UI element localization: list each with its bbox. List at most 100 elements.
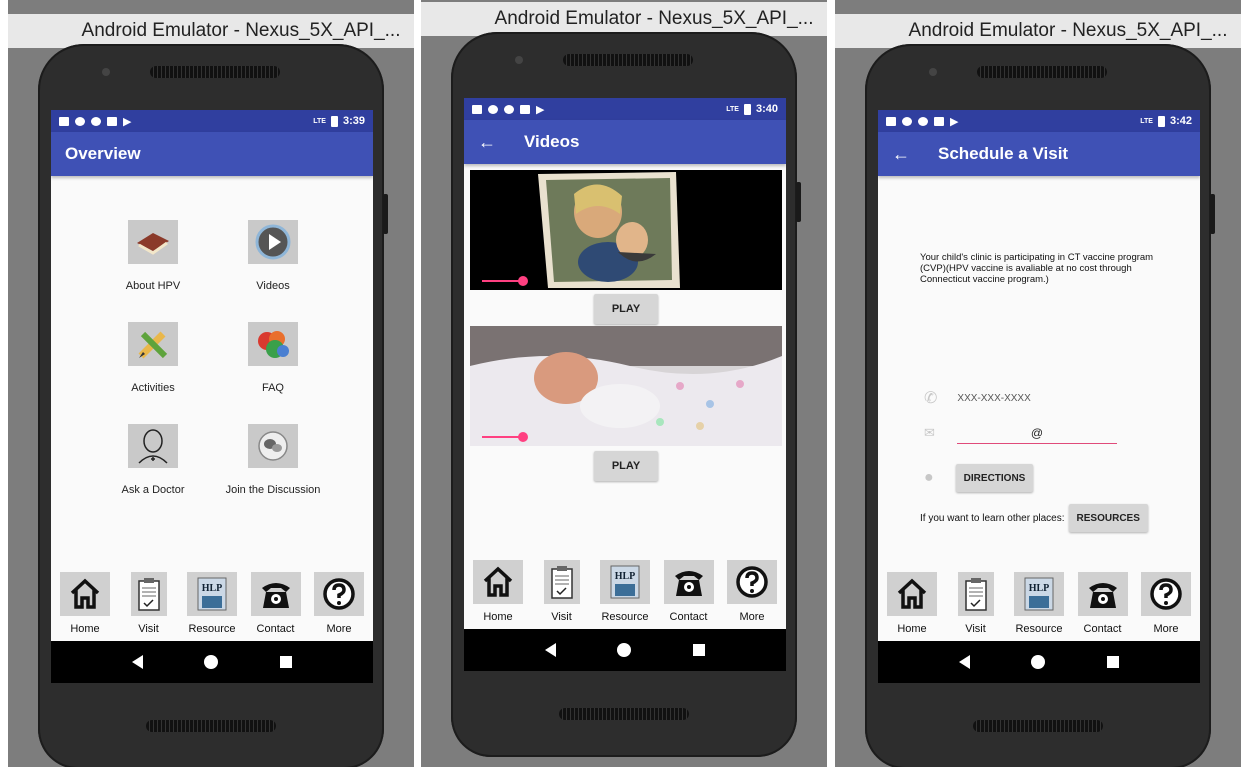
pencil-icon[interactable] bbox=[128, 322, 178, 366]
back-arrow-icon[interactable]: ← bbox=[892, 144, 910, 165]
book-icon[interactable] bbox=[128, 220, 178, 264]
sd-card-icon bbox=[934, 116, 944, 126]
menu-more[interactable]: More bbox=[313, 572, 365, 635]
help-book-icon[interactable]: HLP bbox=[600, 560, 650, 604]
nav-back-icon[interactable] bbox=[131, 655, 143, 669]
nav-home-icon[interactable] bbox=[204, 655, 219, 669]
play-icon[interactable] bbox=[248, 220, 298, 264]
back-arrow-icon[interactable]: ← bbox=[478, 132, 496, 153]
play-button-2[interactable]: PLAY bbox=[594, 451, 658, 481]
menu-label: Resource bbox=[188, 623, 236, 635]
menu-more[interactable]: More bbox=[1140, 572, 1192, 635]
menu-home[interactable]: Home bbox=[886, 572, 938, 635]
menu-visit[interactable]: Visit bbox=[123, 572, 175, 635]
nav-recent-icon[interactable] bbox=[693, 644, 706, 656]
play-button-1[interactable]: PLAY bbox=[594, 294, 658, 324]
telephone-icon[interactable] bbox=[1077, 572, 1128, 616]
grid-label: Ask a Doctor bbox=[121, 484, 185, 496]
video-seek-thumb[interactable] bbox=[518, 432, 528, 442]
menu-resource[interactable]: HLP Resource bbox=[599, 560, 651, 623]
system-status: LTE 3:39 bbox=[313, 115, 365, 127]
wifi-icon bbox=[75, 116, 85, 126]
grid-item-activities[interactable]: Activities bbox=[93, 322, 213, 416]
faq-icon[interactable] bbox=[248, 322, 298, 366]
phone-icon: ✆ bbox=[924, 390, 938, 407]
grid-label: About HPV bbox=[125, 280, 181, 292]
menu-visit[interactable]: Visit bbox=[536, 560, 588, 623]
speaker-bottom bbox=[559, 708, 689, 720]
video-thumbnail-baby bbox=[470, 326, 782, 446]
menu-contact[interactable]: Contact bbox=[250, 572, 302, 635]
nav-back-icon[interactable] bbox=[958, 655, 970, 669]
menu-label: More bbox=[326, 623, 352, 635]
menu-contact[interactable]: Contact bbox=[1077, 572, 1129, 635]
volume-button[interactable] bbox=[796, 182, 801, 222]
battery-icon bbox=[330, 115, 338, 127]
window-title: Android Emulator - Nexus_5X_API_... bbox=[81, 20, 401, 41]
menu-resource[interactable]: HLP Resource bbox=[1013, 572, 1065, 635]
resources-row: If you want to learn other places: RESOU… bbox=[920, 504, 1148, 532]
telephone-icon[interactable] bbox=[250, 572, 301, 616]
home-icon[interactable] bbox=[473, 560, 523, 604]
help-book-icon[interactable]: HLP bbox=[187, 572, 237, 616]
clinic-info-text: Your child's clinic is participating in … bbox=[920, 252, 1154, 285]
video-seek-track[interactable] bbox=[482, 436, 522, 438]
menu-more[interactable]: More bbox=[726, 560, 778, 623]
clipboard-icon[interactable] bbox=[957, 572, 994, 616]
nav-home-icon[interactable] bbox=[1031, 655, 1046, 669]
nav-home-icon[interactable] bbox=[617, 643, 632, 657]
menu-label: Contact bbox=[1083, 623, 1122, 635]
menu-home[interactable]: Home bbox=[59, 572, 111, 635]
phone-number-text[interactable]: XXX-XXX-XXXX bbox=[957, 393, 1030, 404]
question-icon[interactable] bbox=[727, 560, 777, 604]
status-time: 3:42 bbox=[1169, 115, 1192, 127]
email-icon: ✉ bbox=[924, 425, 935, 440]
nav-back-icon[interactable] bbox=[544, 643, 556, 657]
clipboard-icon[interactable] bbox=[543, 560, 580, 604]
grid-label: FAQ bbox=[261, 382, 284, 394]
nav-recent-icon[interactable] bbox=[280, 656, 293, 668]
video-seek-track[interactable] bbox=[482, 280, 522, 282]
nav-recent-icon[interactable] bbox=[1107, 656, 1120, 668]
discussion-icon[interactable] bbox=[248, 424, 298, 468]
notification-icons: ▶ bbox=[59, 115, 131, 128]
menu-label: More bbox=[739, 611, 765, 623]
video-player-2[interactable] bbox=[470, 326, 782, 446]
email-field[interactable] bbox=[956, 422, 1117, 444]
doctor-icon[interactable] bbox=[128, 424, 178, 468]
menu-home[interactable]: Home bbox=[472, 560, 524, 623]
menu-resource[interactable]: HLP Resource bbox=[186, 572, 238, 635]
home-icon[interactable] bbox=[887, 572, 937, 616]
grid-label: Videos bbox=[256, 280, 290, 292]
play-store-icon: ▶ bbox=[950, 115, 959, 128]
help-book-icon[interactable]: HLP bbox=[1014, 572, 1064, 616]
phone-frame: ▶ LTE 3:40 ← Videos PLAY PLAY Home Visit… bbox=[451, 32, 801, 757]
grid-item-faq[interactable]: FAQ bbox=[213, 322, 333, 416]
window-titlebar: Android Emulator - Nexus_5X_API_... bbox=[421, 2, 827, 36]
question-icon[interactable] bbox=[1141, 572, 1191, 616]
grid-item-ask-a-doctor[interactable]: Ask a Doctor bbox=[93, 424, 213, 518]
window-titlebar: Android Emulator - Nexus_5X_API_... bbox=[8, 14, 414, 48]
volume-button[interactable] bbox=[1210, 194, 1215, 234]
question-icon[interactable] bbox=[314, 572, 364, 616]
grid-item-videos[interactable]: Videos bbox=[213, 220, 333, 314]
menu-visit[interactable]: Visit bbox=[950, 572, 1002, 635]
clipboard-icon[interactable] bbox=[130, 572, 167, 616]
grid-item-about-hpv[interactable]: About HPV bbox=[93, 220, 213, 314]
window-title: Android Emulator - Nexus_5X_API_... bbox=[494, 8, 814, 29]
resources-button[interactable]: RESOURCES bbox=[1068, 504, 1148, 532]
system-status: LTE 3:42 bbox=[1140, 115, 1192, 127]
directions-button[interactable]: DIRECTIONS bbox=[955, 464, 1034, 492]
home-icon[interactable] bbox=[60, 572, 110, 616]
emulator-window-overview: Android Emulator - Nexus_5X_API_... ▶ LT… bbox=[8, 0, 414, 767]
phone-screen: ▶ LTE 3:42 ← Schedule a Visit Your child… bbox=[878, 110, 1200, 683]
volume-button[interactable] bbox=[383, 194, 388, 234]
app-bar: ← Schedule a Visit bbox=[878, 132, 1200, 176]
speaker-top bbox=[977, 66, 1107, 78]
menu-label: Resource bbox=[601, 611, 649, 623]
video-player-1[interactable] bbox=[470, 170, 782, 290]
grid-item-join-the-discussion[interactable]: Join the Discussion bbox=[213, 424, 333, 518]
video-seek-thumb[interactable] bbox=[518, 276, 528, 286]
telephone-icon[interactable] bbox=[663, 560, 714, 604]
menu-contact[interactable]: Contact bbox=[663, 560, 715, 623]
